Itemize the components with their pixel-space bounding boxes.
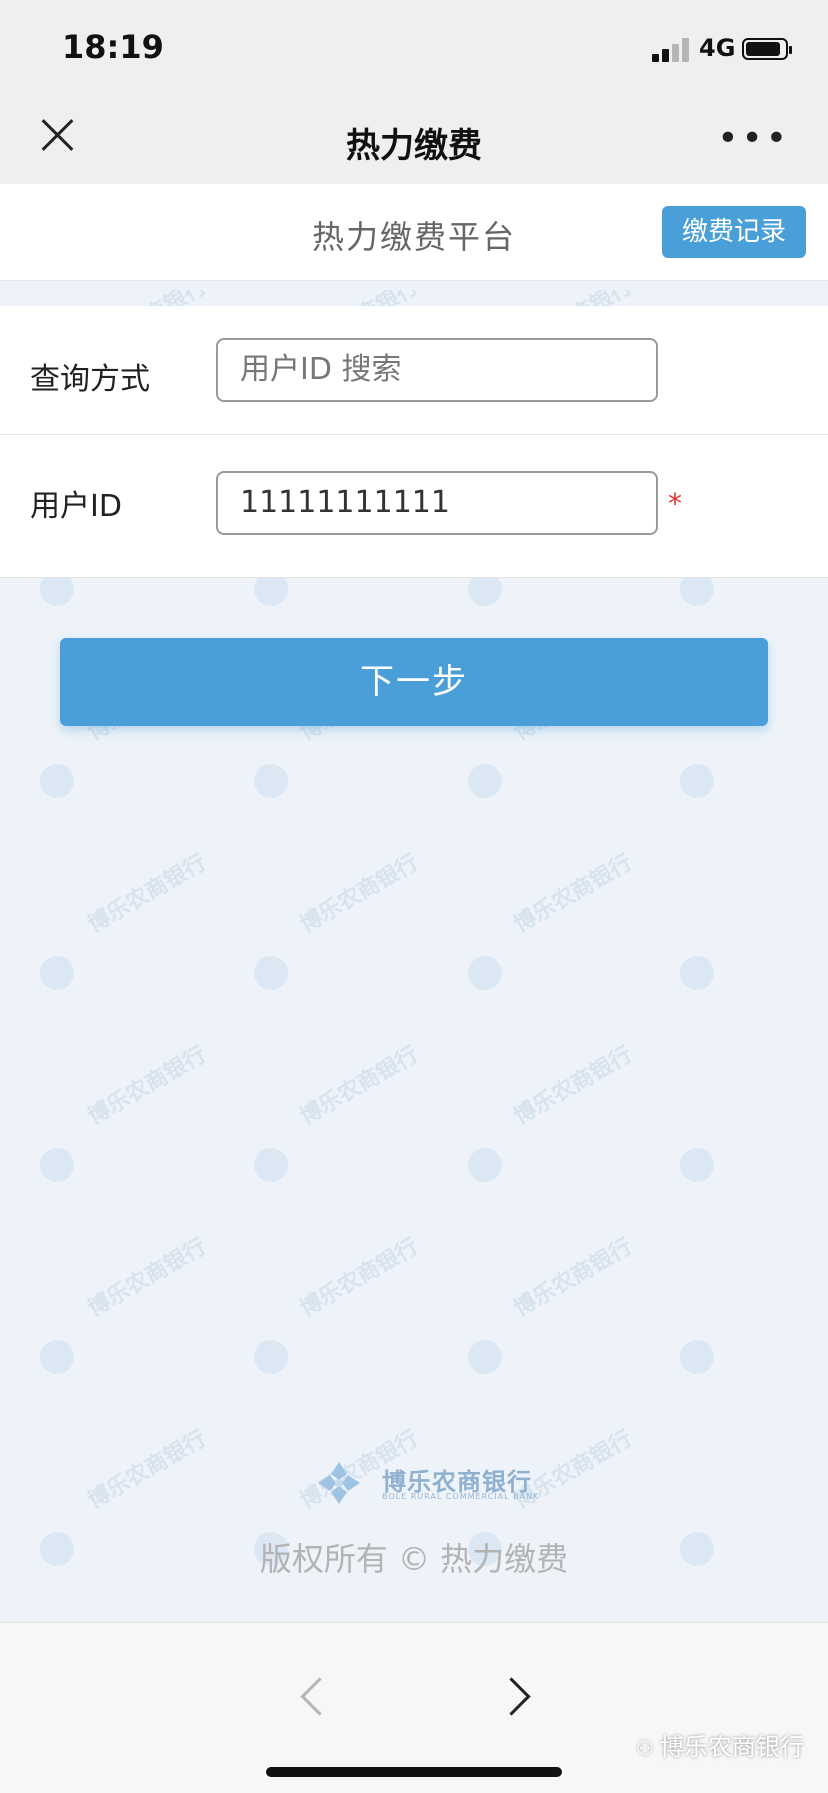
logo-english-name: BOLE RURAL COMMERCIAL BANK [382,1492,540,1501]
watermark-logo [680,1148,714,1182]
watermark-text: 博乐农商银行 [83,1234,211,1322]
watermark-logo [680,956,714,990]
query-method-row: 查询方式 用户ID 搜索 [0,306,828,435]
source-label: 博乐农商银行 [659,1733,804,1761]
more-icon[interactable]: ••• [717,121,790,157]
watermark-text: 博乐农商银行 [509,1042,637,1130]
watermark-logo [40,764,74,798]
bank-logo: 博乐农商银行 BOLE RURAL COMMERCIAL BANK [316,1460,546,1506]
user-id-input[interactable]: 11111111111 [216,471,658,535]
watermark-logo [254,956,288,990]
watermark-text: 博乐农商银行 [83,1426,211,1514]
copyright-text: 版权所有 © 热力缴费 [259,1540,569,1578]
query-method-select[interactable]: 用户ID 搜索 [216,338,658,402]
user-id-label: 用户ID [30,489,122,524]
nav-title: 热力缴费 [346,126,482,166]
payment-record-button[interactable]: 缴费记录 [662,206,806,258]
battery-icon [742,38,792,60]
watermark-logo [254,764,288,798]
forward-arrow-icon[interactable] [500,1677,530,1717]
required-mark: * [668,487,682,520]
nav-bar: 热力缴费 ••• [0,96,828,184]
query-form: 查询方式 用户ID 搜索 用户ID 11111111111 * [0,306,828,578]
browser-toolbar: ⚇ 博乐农商银行 [0,1622,828,1793]
wechat-icon: ⚇ [636,1736,654,1760]
user-id-row: 用户ID 11111111111 * [0,435,828,578]
watermark-logo [40,1340,74,1374]
watermark-logo [468,764,502,798]
watermark-logo [468,1340,502,1374]
signal-icon [652,38,692,62]
query-method-label: 查询方式 [30,362,150,397]
watermark-text: 博乐农商银行 [83,1042,211,1130]
next-step-button[interactable]: 下一步 [60,638,768,726]
source-watermark: ⚇ 博乐农商银行 [636,1727,804,1762]
watermark-text: 博乐农商银行 [509,850,637,938]
watermark-logo [468,1148,502,1182]
watermark-logo [40,1148,74,1182]
bank-logo-icon [318,1462,360,1504]
watermark-logo [254,1148,288,1182]
home-indicator [266,1767,562,1777]
status-bar: 18:19 4G [0,0,828,96]
back-arrow-icon[interactable] [298,1677,328,1717]
watermark-logo [468,956,502,990]
network-type: 4G [699,34,736,62]
watermark-logo [680,764,714,798]
page-header: 热力缴费平台 缴费记录 [0,184,828,281]
watermark-logo [40,956,74,990]
watermark-text: 博乐农商银行 [295,1234,423,1322]
status-time: 18:19 [62,28,164,66]
watermark-logo [254,1340,288,1374]
watermark-text: 博乐农商银行 [295,850,423,938]
watermark-text: 博乐农商银行 [295,1042,423,1130]
watermark-text: 博乐农商银行 [509,1234,637,1322]
watermark-text: 博乐农商银行 [83,850,211,938]
watermark-logo [680,1340,714,1374]
